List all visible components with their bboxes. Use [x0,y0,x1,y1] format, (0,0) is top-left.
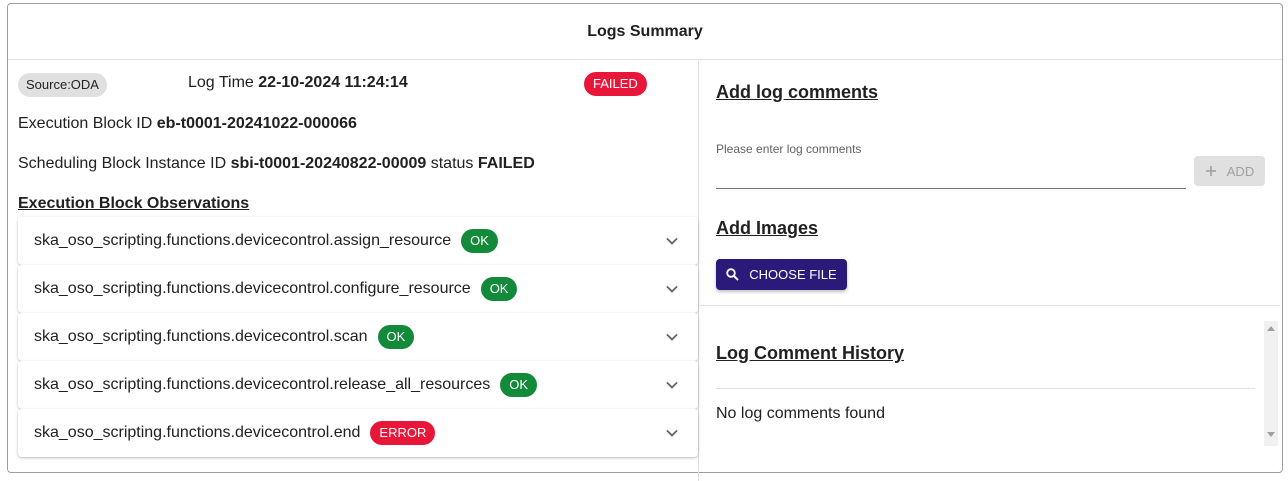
comments-pane: Add log comments Please enter log commen… [700,61,1283,481]
log-time-label: Log Time [188,74,254,91]
log-details-pane: Source:ODA Log Time 22-10-2024 11:24:14 … [8,61,699,481]
chevron-down-icon[interactable] [664,377,680,393]
plus-icon [1205,166,1216,176]
comment-field-label: Please enter log comments [716,142,862,156]
observation-item[interactable]: ska_oso_scripting.functions.devicecontro… [18,409,698,457]
observation-status-chip: OK [480,277,518,301]
observation-status-chip: OK [461,229,498,253]
history-scrollbar[interactable] [1264,321,1278,446]
observation-status-chip: ERROR [370,421,436,445]
chevron-down-icon[interactable] [664,425,680,441]
choose-file-button[interactable]: CHOOSE FILE [716,259,847,290]
sbi-label: Scheduling Block Instance ID [18,155,227,172]
history-divider [716,388,1255,389]
search-icon [726,268,739,281]
scheduling-block-instance: Scheduling Block Instance ID sbi-t0001-2… [18,155,535,173]
observation-status-chip: OK [500,373,538,397]
sbi-value: sbi-t0001-20240822-00009 [230,155,427,172]
add-comments-heading: Add log comments [716,82,879,102]
source-chip: Source:ODA [18,73,107,97]
chevron-down-icon[interactable] [664,233,680,249]
execution-block-id: Execution Block ID eb-t0001-20241022-000… [18,115,357,133]
comment-history: Log Comment History No log comments foun… [700,321,1283,446]
dialog-title: Logs Summary [8,4,1282,60]
add-button-label: ADD [1226,163,1255,179]
observation-item[interactable]: ska_oso_scripting.functions.devicecontro… [18,313,698,361]
observations-list: ska_oso_scripting.functions.devicecontro… [18,217,698,457]
observation-name: ska_oso_scripting.functions.devicecontro… [34,232,452,249]
eb-value: eb-t0001-20241022-000066 [156,115,357,132]
log-time-value: 22-10-2024 11:24:14 [258,74,408,91]
scroll-down-arrow[interactable] [1267,432,1275,437]
sbi-status-value: FAILED [477,155,535,172]
comment-input[interactable] [716,161,1186,189]
observation-item[interactable]: ska_oso_scripting.functions.devicecontro… [18,217,698,265]
chevron-down-icon[interactable] [664,281,680,297]
observation-item[interactable]: ska_oso_scripting.functions.devicecontro… [18,265,698,313]
comment-history-heading: Log Comment History [716,343,905,363]
add-images-heading: Add Images [716,218,819,238]
observation-status-chip: OK [377,325,415,349]
section-divider [700,305,1280,306]
log-time: Log Time 22-10-2024 11:24:14 [188,74,408,92]
observation-name: ska_oso_scripting.functions.devicecontro… [34,328,368,345]
observations-heading: Execution Block Observations [18,195,250,212]
eb-label: Execution Block ID [18,115,153,132]
log-status-chip: FAILED [584,72,647,96]
chevron-down-icon[interactable] [664,329,680,345]
add-comment-button[interactable]: ADD [1194,156,1265,186]
scroll-up-arrow[interactable] [1267,326,1275,331]
sbi-status-label: status [430,155,474,172]
logs-summary-dialog: Logs Summary Source:ODA Log Time 22-10-2… [7,3,1283,481]
observation-name: ska_oso_scripting.functions.devicecontro… [34,424,361,441]
choose-file-label: CHOOSE FILE [749,267,837,282]
no-comments-text: No log comments found [716,405,885,422]
observation-item[interactable]: ska_oso_scripting.functions.devicecontro… [18,361,698,409]
observation-name: ska_oso_scripting.functions.devicecontro… [34,376,491,393]
observation-name: ska_oso_scripting.functions.devicecontro… [34,280,471,297]
